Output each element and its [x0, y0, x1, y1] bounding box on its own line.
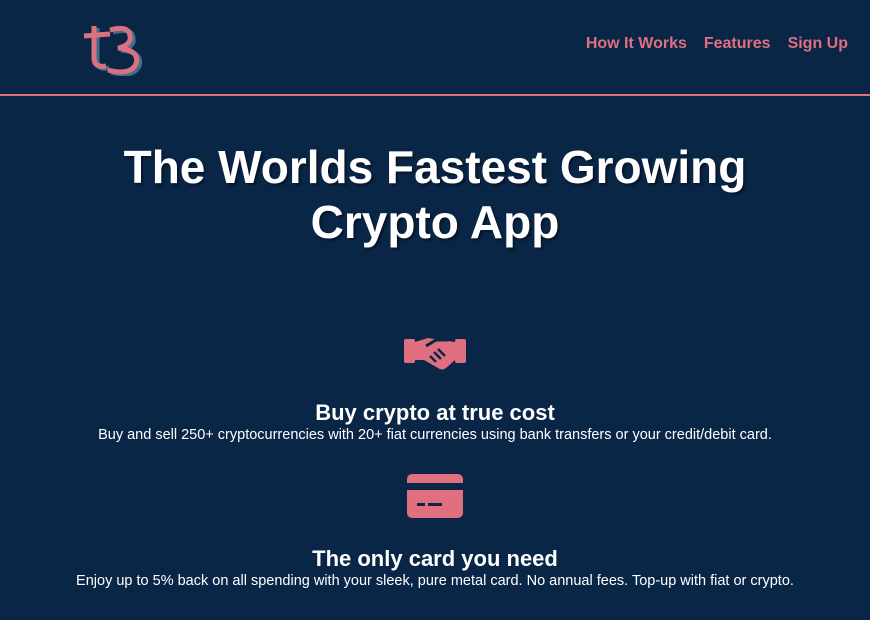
hero-title-line2: Crypto App: [310, 196, 560, 248]
hero-title: The Worlds Fastest Growing Crypto App: [75, 140, 795, 250]
nav-sign-up[interactable]: Sign Up: [788, 35, 848, 53]
feature-card: The only card you need Enjoy up to 5% ba…: [0, 474, 870, 590]
nav-features[interactable]: Features: [704, 35, 771, 53]
main-nav: How It Works Features Sign Up: [586, 35, 848, 53]
credit-card-icon: [407, 474, 463, 518]
feature-title: Buy crypto at true cost: [315, 400, 555, 425]
feature-description: Buy and sell 250+ cryptocurrencies with …: [98, 427, 772, 443]
hero-title-line1: The Worlds Fastest Growing: [123, 141, 747, 193]
handshake-icon: [404, 338, 466, 370]
nav-how-it-works[interactable]: How It Works: [586, 35, 687, 53]
site-header: How It Works Features Sign Up: [0, 0, 870, 96]
feature-description: Enjoy up to 5% back on all spending with…: [76, 573, 794, 589]
t3-logo-icon[interactable]: [80, 12, 148, 76]
feature-title: The only card you need: [312, 546, 558, 571]
feature-true-cost: Buy crypto at true cost Buy and sell 250…: [0, 332, 870, 444]
